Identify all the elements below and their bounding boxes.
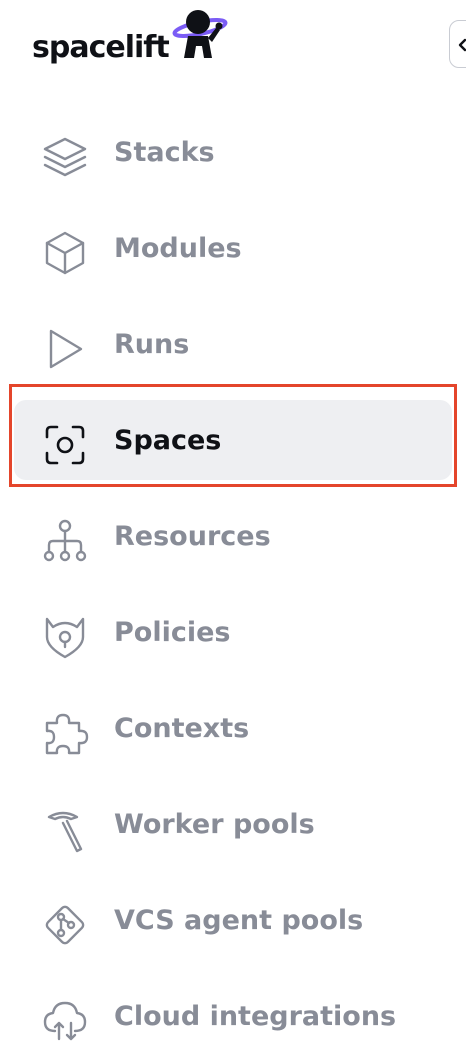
- nav-item-label: Policies: [114, 616, 231, 648]
- nav-item-cloud-integrations[interactable]: Cloud integrations: [14, 976, 452, 1056]
- spacelift-logo[interactable]: spacelift: [32, 6, 232, 68]
- nav-item-modules[interactable]: Modules: [14, 208, 452, 288]
- logo-wordmark: spacelift: [32, 30, 170, 65]
- nav-item-label: VCS agent pools: [114, 904, 364, 936]
- cloud-icon: [40, 996, 90, 1046]
- nav-item-policies[interactable]: Policies: [14, 592, 452, 672]
- pickaxe-icon: [40, 804, 90, 854]
- nav-item-runs[interactable]: Runs: [14, 304, 452, 384]
- play-icon: [40, 324, 90, 374]
- nav-item-contexts[interactable]: Contexts: [14, 688, 452, 768]
- collapse-sidebar-button[interactable]: [449, 20, 466, 68]
- astronaut-icon: [172, 10, 228, 58]
- nav-item-label: Spaces: [114, 424, 222, 456]
- cube-icon: [40, 228, 90, 278]
- puzzle-icon: [40, 708, 90, 758]
- layers-icon: [40, 132, 90, 182]
- vcs-icon: [40, 900, 90, 950]
- nav-item-label: Runs: [114, 328, 190, 360]
- nav-item-label: Contexts: [114, 712, 250, 744]
- nav-item-resources[interactable]: Resources: [14, 496, 452, 576]
- nav-item-spaces[interactable]: Spaces: [14, 400, 452, 480]
- spaces-icon: [40, 420, 90, 470]
- nav-item-stacks[interactable]: Stacks: [14, 112, 452, 192]
- nav-item-label: Modules: [114, 232, 242, 264]
- nav-item-label: Resources: [114, 520, 271, 552]
- chevron-left-icon: [458, 38, 466, 52]
- resources-icon: [40, 516, 90, 566]
- sidebar: spacelift Stacks Modules Runs Spaces Res…: [0, 0, 466, 1064]
- nav-item-label: Worker pools: [114, 808, 315, 840]
- nav-item-label: Stacks: [114, 136, 215, 168]
- nav-item-vcs-agent-pools[interactable]: VCS agent pools: [14, 880, 452, 960]
- nav-item-label: Cloud integrations: [114, 1000, 397, 1032]
- nav-item-worker-pools[interactable]: Worker pools: [14, 784, 452, 864]
- policies-icon: [40, 612, 90, 662]
